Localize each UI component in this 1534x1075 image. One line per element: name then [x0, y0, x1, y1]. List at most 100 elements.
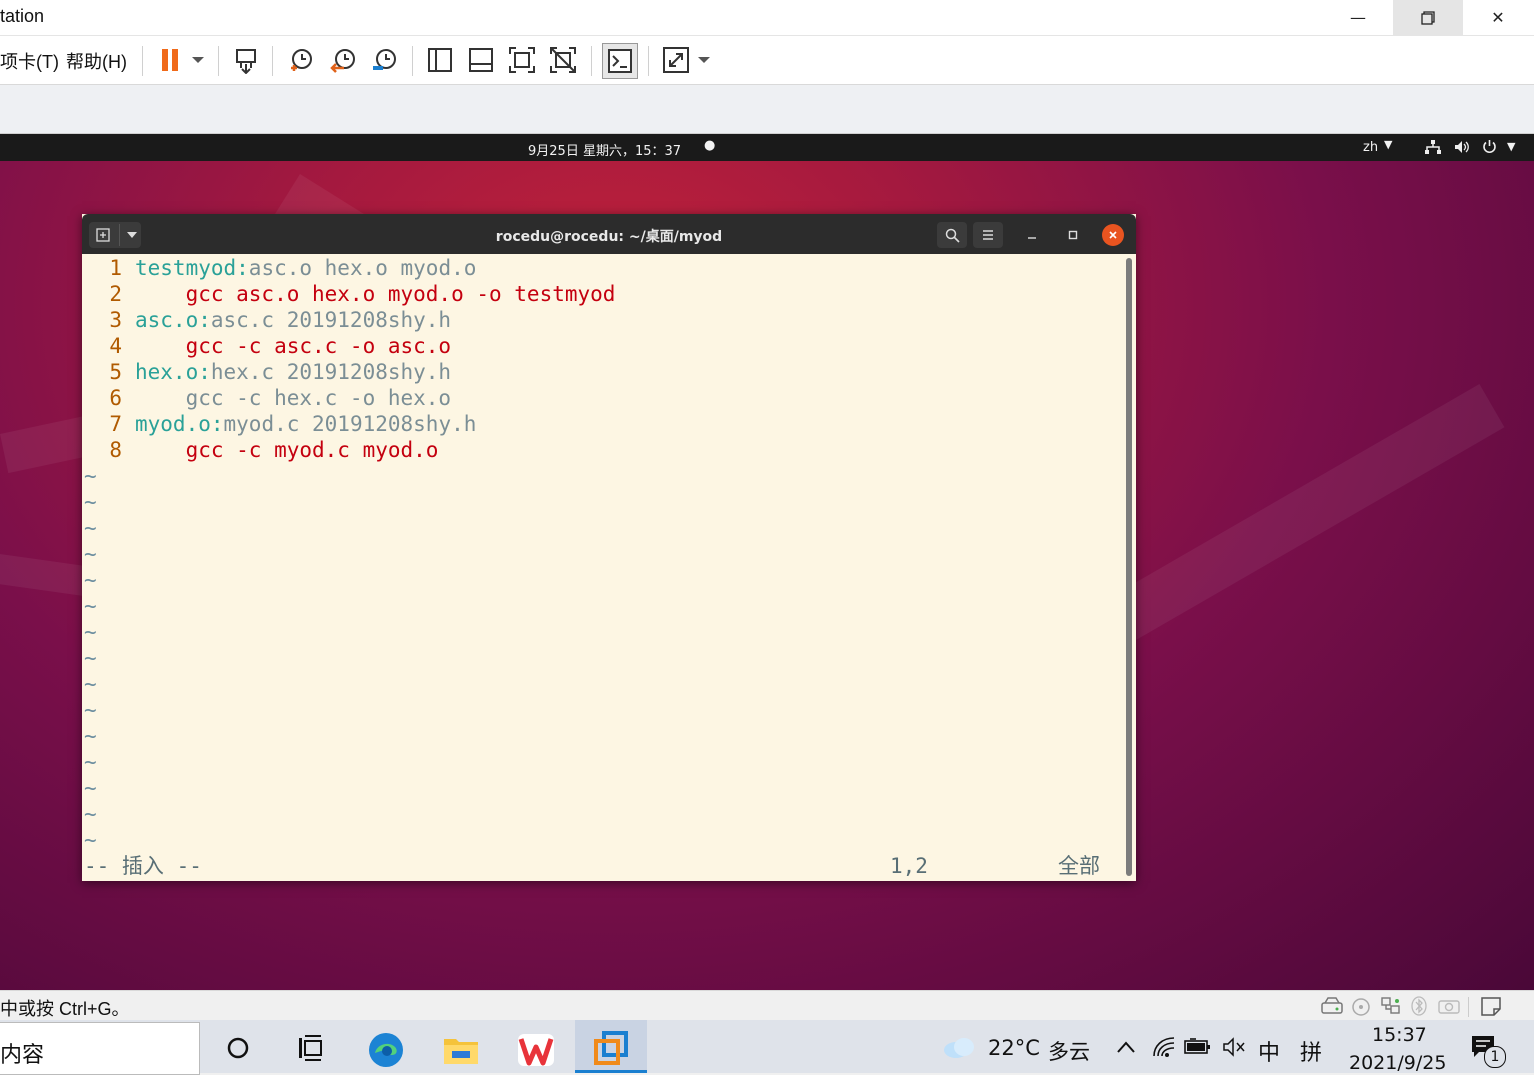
message-log-icon[interactable]: [1480, 996, 1502, 1016]
power-icon[interactable]: [1482, 139, 1497, 154]
hard-disk-icon[interactable]: [1321, 997, 1343, 1015]
close-icon: ✕: [1491, 8, 1505, 27]
vim-line[interactable]: 1 testmyod:asc.o hex.o myod.o: [82, 255, 476, 281]
menu-help[interactable]: 帮助(H): [66, 48, 127, 74]
clock[interactable]: 9月25日 星期六，15：37: [528, 140, 681, 159]
bluetooth-icon[interactable]: [1411, 996, 1427, 1016]
restore-button[interactable]: [1393, 0, 1463, 35]
terminal-close-button[interactable]: [1102, 224, 1124, 246]
volume-icon[interactable]: [1454, 140, 1470, 154]
terminal-maximize-button[interactable]: [1061, 222, 1085, 248]
code-token: gcc -c hex.c -o hex.o: [135, 386, 452, 410]
menu-tabs[interactable]: 项卡(T): [0, 48, 59, 74]
minimize-icon: [1028, 237, 1036, 239]
camera-icon[interactable]: [1438, 998, 1460, 1014]
ime-mode[interactable]: 拼: [1300, 1035, 1322, 1067]
cloud-weather-icon[interactable]: [942, 1035, 976, 1059]
network-adapter-icon[interactable]: [1380, 996, 1402, 1016]
network-icon[interactable]: [1425, 140, 1441, 154]
code-token: testmyod:: [135, 256, 249, 280]
empty-line-tilde: ~: [84, 828, 97, 852]
terminal-scrollbar[interactable]: [1126, 258, 1132, 876]
cursor-position: 1,2: [890, 854, 928, 878]
unity-icon[interactable]: [547, 44, 579, 76]
windows-taskbar: 内容 22°C 多云 中 拼 15:37 2021/9/25 1: [0, 1020, 1534, 1075]
vim-line[interactable]: 2 gcc asc.o hex.o myod.o -o testmyod: [82, 281, 615, 307]
line-number: 3: [109, 308, 122, 332]
window-titlebar: tation — ✕: [0, 0, 1534, 36]
file-explorer-icon[interactable]: [442, 1033, 480, 1067]
vim-line[interactable]: 4 gcc -c asc.c -o asc.o: [82, 333, 451, 359]
vim-mode-indicator: -- 插入 --: [84, 854, 202, 878]
empty-line-tilde: ~: [84, 802, 97, 826]
ubuntu-top-bar: 9月25日 星期六，15：37 ● zh ▼ ▼: [0, 134, 1534, 161]
close-icon: [1109, 231, 1117, 239]
send-ctrl-alt-del-icon[interactable]: [230, 44, 262, 76]
battery-icon[interactable]: [1184, 1038, 1212, 1056]
empty-line-tilde: ~: [84, 646, 97, 670]
vim-editor[interactable]: 1 testmyod:asc.o hex.o myod.o 2 gcc asc.o …: [82, 254, 1124, 881]
wps-office-icon[interactable]: [517, 1033, 555, 1067]
vim-line[interactable]: 7 myod.o:myod.c 20191208shy.h: [82, 411, 476, 437]
input-language[interactable]: zh: [1363, 140, 1378, 155]
show-hidden-icons-icon[interactable]: [1116, 1040, 1136, 1054]
show-thumbnail-icon[interactable]: [465, 44, 497, 76]
line-code: asc.o:asc.c 20191208shy.h: [135, 307, 451, 333]
line-code: gcc -c hex.c -o hex.o: [135, 385, 452, 411]
maximize-icon: [1068, 230, 1078, 240]
vmware-icon: [594, 1031, 628, 1065]
vm-toolbar: 项卡(T) 帮助(H): [0, 36, 1534, 85]
snapshot-icon[interactable]: [285, 44, 317, 76]
pause-dropdown-icon[interactable]: [186, 44, 210, 76]
task-view-icon[interactable]: [297, 1035, 323, 1061]
taskbar-search-box[interactable]: 内容: [0, 1022, 200, 1075]
scroll-indicator: 全部: [1058, 854, 1100, 878]
empty-line-tilde: ~: [84, 620, 97, 644]
notification-dot-icon: ●: [704, 138, 716, 153]
line-code: gcc asc.o hex.o myod.o -o testmyod: [135, 281, 616, 307]
terminal-minimize-button[interactable]: [1020, 222, 1044, 248]
vim-line[interactable]: 8 gcc -c myod.c myod.o: [82, 437, 438, 463]
weather-desc[interactable]: 多云: [1048, 1036, 1090, 1066]
empty-line-tilde: ~: [84, 464, 97, 488]
vim-line[interactable]: 3 asc.o:asc.c 20191208shy.h: [82, 307, 451, 333]
action-center-button[interactable]: 1: [1470, 1034, 1506, 1070]
pause-icon[interactable]: [154, 44, 186, 76]
edge-browser-icon[interactable]: [367, 1031, 405, 1069]
vmware-taskbar-button[interactable]: [575, 1020, 647, 1073]
code-token: hex.o:: [135, 360, 211, 384]
console-view-icon[interactable]: [602, 43, 638, 79]
cd-dvd-icon[interactable]: [1351, 997, 1371, 1017]
system-menu-chevron-icon[interactable]: ▼: [1507, 140, 1515, 153]
line-code: testmyod:asc.o hex.o myod.o: [135, 255, 476, 281]
vim-line[interactable]: 5 hex.o:hex.c 20191208shy.h: [82, 359, 451, 385]
code-token: asc.o hex.o myod.o: [248, 256, 477, 280]
ime-language[interactable]: 中: [1258, 1035, 1280, 1067]
wifi-icon[interactable]: [1152, 1036, 1176, 1058]
fit-guest-icon[interactable]: [506, 44, 538, 76]
vim-line[interactable]: 6 gcc -c hex.c -o hex.o: [82, 385, 451, 411]
line-code: gcc -c myod.c myod.o: [135, 437, 439, 463]
minimize-button[interactable]: —: [1323, 0, 1393, 35]
fullscreen-dropdown-icon[interactable]: [692, 44, 716, 76]
show-library-icon[interactable]: [424, 44, 456, 76]
code-token: gcc -c myod.c myod.o: [135, 438, 439, 462]
taskbar-time[interactable]: 15:37: [1372, 1024, 1427, 1046]
code-token: hex.c 20191208shy.h: [210, 360, 452, 384]
cortana-icon[interactable]: [226, 1036, 250, 1060]
line-number: 5: [109, 360, 122, 384]
close-button[interactable]: ✕: [1463, 0, 1533, 35]
volume-muted-icon[interactable]: [1222, 1037, 1246, 1057]
terminal-search-button[interactable]: [937, 222, 967, 248]
terminal-headerbar: rocedu@rocedu: ~/桌面/myod: [82, 214, 1136, 254]
snapshot-manager-icon[interactable]: [368, 44, 400, 76]
fullscreen-icon[interactable]: [660, 44, 692, 76]
weather-temp[interactable]: 22°C: [988, 1036, 1040, 1060]
revert-snapshot-icon[interactable]: [327, 44, 359, 76]
taskbar-date[interactable]: 2021/9/25: [1349, 1052, 1446, 1074]
line-number: 4: [109, 334, 122, 358]
guest-display[interactable]: 9月25日 星期六，15：37 ● zh ▼ ▼ rocedu@rocedu: …: [0, 134, 1534, 990]
empty-line-tilde: ~: [84, 750, 97, 774]
search-text: 内容: [0, 1043, 45, 1068]
terminal-menu-button[interactable]: [973, 222, 1003, 248]
